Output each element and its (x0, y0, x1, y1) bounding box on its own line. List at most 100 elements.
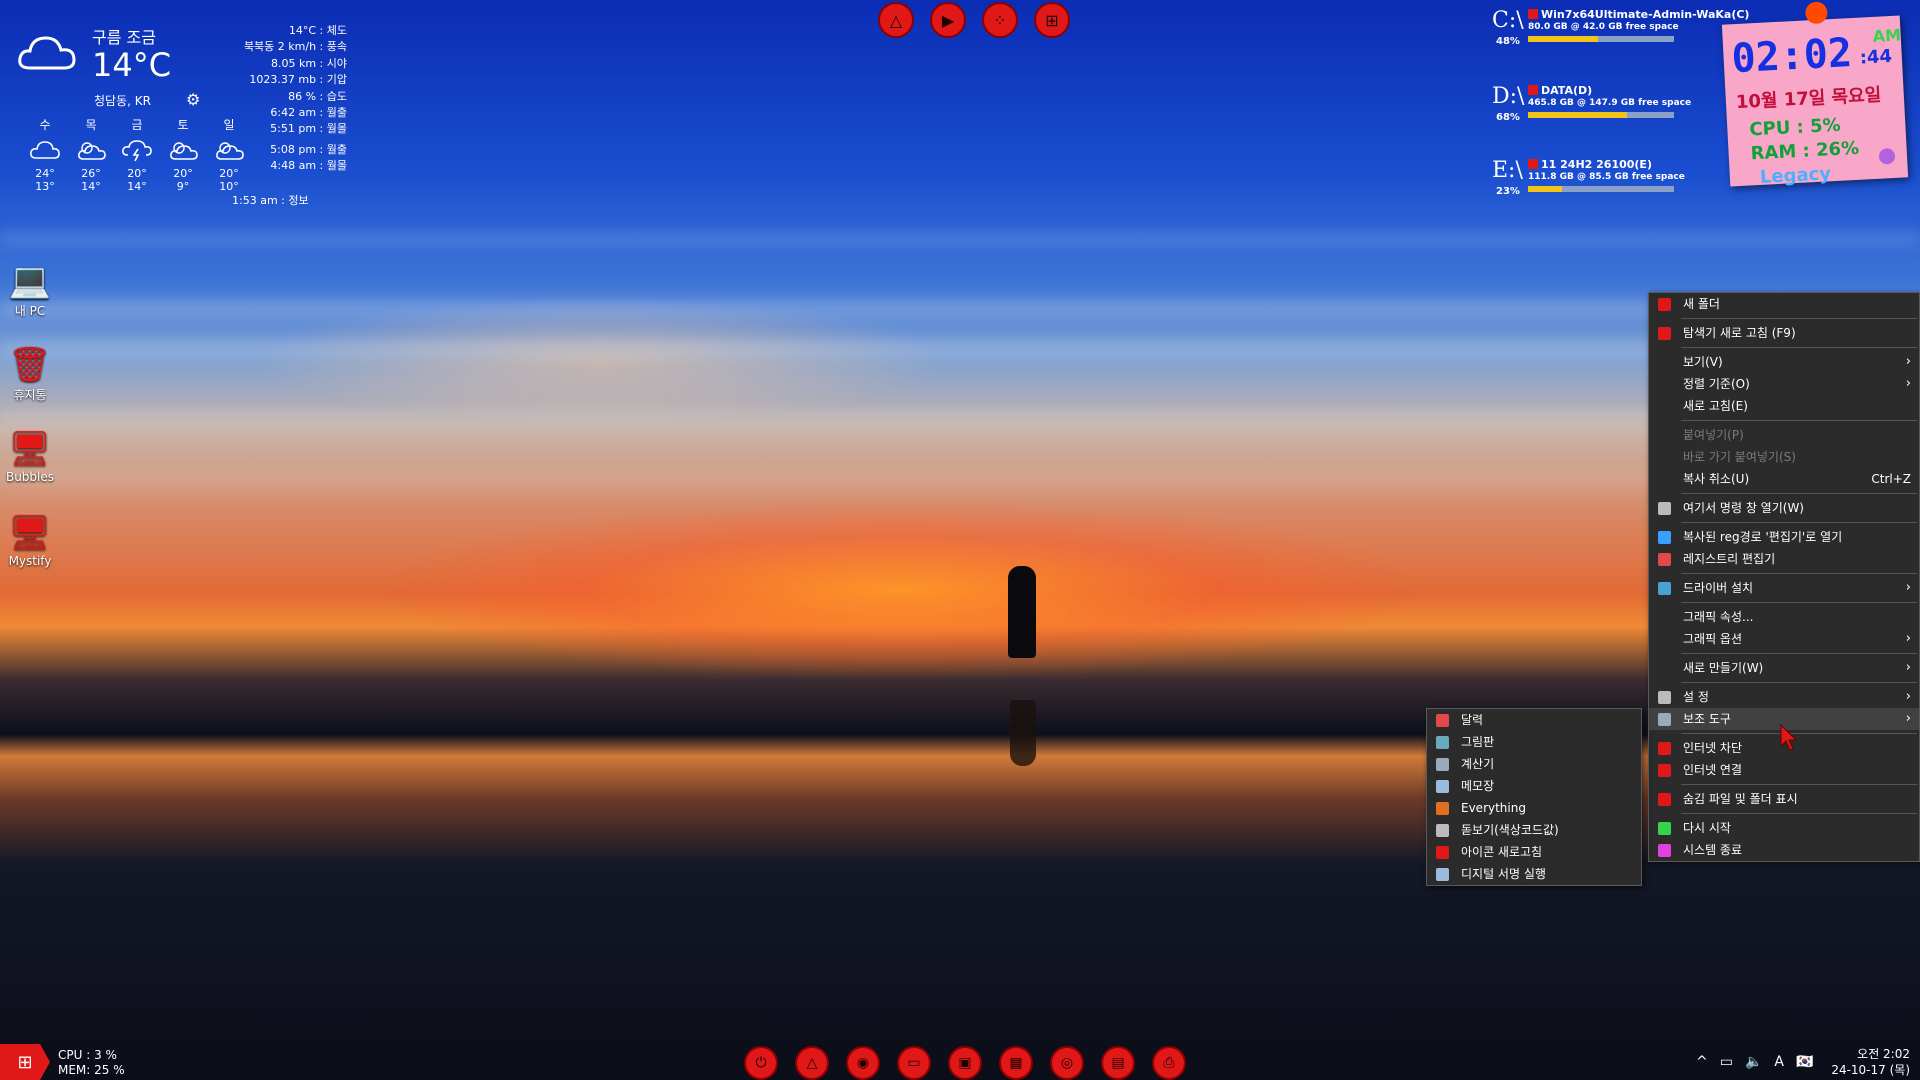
cloud-icon (30, 141, 60, 159)
menu-item[interactable]: 그림판 (1427, 731, 1641, 753)
ime-indicator[interactable]: A (1774, 1054, 1784, 1070)
chevron-up-icon[interactable]: ^ (1696, 1054, 1708, 1070)
taskbar: ⊞ CPU : 3 % MEM: 25 % ⏻ △ ◉ ▭ ▣ ▦ ◎ ▤ ⎙ … (0, 1044, 1920, 1080)
clock-time: 02:02 (1730, 30, 1854, 83)
paint-icon (1436, 736, 1449, 749)
desktop-icon-my-pc[interactable]: 💻 내 PC (2, 262, 58, 319)
menu-item[interactable]: 여기서 명령 창 열기(W) (1649, 497, 1919, 519)
menu-item[interactable]: 레지스트리 편집기 (1649, 548, 1919, 570)
desktop-icon-bubbles[interactable]: 🖥 Bubbles (2, 430, 58, 484)
power-icon[interactable]: ⏻ (744, 1046, 778, 1080)
printer-icon[interactable]: ⎙ (1152, 1046, 1186, 1080)
menu-item-label: 복사 취소(U) (1683, 472, 1750, 486)
menu-item[interactable]: 복사된 reg경로 '편집기'로 열기 (1649, 526, 1919, 548)
chevron-right-icon: › (1905, 660, 1911, 675)
menu-item[interactable]: 새로 고침(E) (1649, 395, 1919, 417)
mouse-cursor-icon (1780, 724, 1798, 751)
forecast: 수 24° 13° 목 26° 14° 금 20° 14° 토 20° 9° 일… (22, 116, 252, 193)
menu-item-label: 정렬 기준(O) (1683, 377, 1750, 391)
menu-item-label: 그래픽 속성... (1683, 610, 1754, 624)
menu-item[interactable]: 다시 시작 (1649, 817, 1919, 839)
menu-item-label: 그래픽 옵션 (1683, 632, 1743, 646)
menu-item[interactable]: 새 폴더 (1649, 293, 1919, 315)
desktop-icon-label: Bubbles (5, 470, 55, 484)
low-temp: 14° (127, 180, 147, 193)
calculator-icon (1436, 758, 1449, 771)
notepad-icon (1436, 780, 1449, 793)
drive-info: 80.0 GB @ 42.0 GB free space (1528, 22, 1679, 32)
magnifier-icon (1436, 824, 1449, 837)
tools-submenu: 달력그림판계산기 메모장 Everything 돋보기(색상코드값) 아이콘 새로고침디… (1426, 708, 1642, 886)
network-icon[interactable]: ▭ (1720, 1054, 1733, 1070)
stat-line: 8.05 km : 시야 (270, 56, 347, 70)
drive-letter: C:\ (1492, 8, 1524, 33)
menu-item[interactable]: 그래픽 속성... (1649, 606, 1919, 628)
clipboard-icon[interactable]: ▤ (1101, 1046, 1135, 1080)
menu-item[interactable]: 디지털 서명 실행 (1427, 863, 1641, 885)
menu-item[interactable]: 정렬 기준(O) › (1649, 373, 1919, 395)
menu-separator (1681, 682, 1917, 683)
high-temp: 24° (35, 167, 55, 180)
menu-item[interactable]: 복사 취소(U) Ctrl+Z (1649, 468, 1919, 490)
menu-item[interactable]: 돋보기(색상코드값) (1427, 819, 1641, 841)
menu-item[interactable]: 숨김 파일 및 폴더 표시 (1649, 788, 1919, 810)
refresh-icon (1658, 327, 1671, 340)
start-button[interactable]: ⊞ (0, 1044, 50, 1080)
menu-item[interactable]: 드라이버 설치 › (1649, 577, 1919, 599)
menu-item[interactable]: 새로 만들기(W) › (1649, 657, 1919, 679)
taskbar-clock[interactable]: 오전 2:02 24-10-17 (목) (1826, 1046, 1910, 1078)
menu-item-label: 바로 가기 붙여넣기(S) (1683, 450, 1796, 464)
menu-separator (1681, 420, 1917, 421)
day-label: 수 (39, 118, 51, 132)
windows-icon[interactable]: ⊞ (1034, 2, 1070, 38)
triangle-icon[interactable]: △ (795, 1046, 829, 1080)
triangle-icon[interactable]: △ (878, 2, 914, 38)
menu-item-label: 여기서 명령 창 열기(W) (1683, 501, 1804, 515)
desktop-icon-mystify[interactable]: 🖥 Mystify (2, 514, 58, 568)
menu-separator (1681, 347, 1917, 348)
menu-item-label: 다시 시작 (1683, 821, 1731, 835)
sticky-note-clock: 02:02 AM :44 10월 17일 목요일 CPU : 5% RAM : … (1721, 1, 1909, 188)
dots-icon[interactable]: ⁘ (982, 2, 1018, 38)
drive-usage-bar (1528, 36, 1674, 42)
menu-item[interactable]: 아이콘 새로고침 (1427, 841, 1641, 863)
trash-icon: 🗑 (8, 345, 52, 385)
display-icon[interactable]: ▭ (897, 1046, 931, 1080)
drive-letter: D:\ (1492, 84, 1525, 109)
refresh-icon (1436, 846, 1449, 859)
tray-date: 24-10-17 (목) (1831, 1063, 1910, 1077)
menu-item[interactable]: 설 정 › (1649, 686, 1919, 708)
info-dot-icon[interactable] (1878, 147, 1896, 165)
menu-item-label: 디지털 서명 실행 (1461, 867, 1546, 881)
menu-item[interactable]: 메모장 (1427, 775, 1641, 797)
menu-item[interactable]: 인터넷 연결 (1649, 759, 1919, 781)
chip-icon[interactable]: ▦ (999, 1046, 1033, 1080)
drive-percent: 23% (1496, 186, 1520, 197)
ram-usage: RAM : 26% (1750, 137, 1860, 165)
menu-item[interactable]: 계산기 (1427, 753, 1641, 775)
desktop-icon-recycle-bin[interactable]: 🗑 휴지통 (2, 346, 58, 403)
menu-item[interactable]: 탐색기 새로 고침 (F9) (1649, 322, 1919, 344)
partly-sunny-icon (78, 142, 106, 160)
person-silhouette (1008, 566, 1036, 658)
menu-item[interactable]: 보기(V) › (1649, 351, 1919, 373)
menu-item[interactable]: Everything (1427, 797, 1641, 819)
media-icon[interactable]: ◉ (846, 1046, 880, 1080)
korea-flag-icon[interactable]: 🇰🇷 (1796, 1054, 1813, 1070)
taskbar-mem: MEM: 25 % (58, 1063, 125, 1077)
forecast-day: 일 20° 10° (206, 116, 252, 193)
play-icon[interactable]: ▶ (930, 2, 966, 38)
computer-icon: 💻 (8, 261, 52, 301)
menu-item[interactable]: 달력 (1427, 709, 1641, 731)
menu-item[interactable]: 그래픽 옵션 › (1649, 628, 1919, 650)
menu-item-label: 그림판 (1461, 735, 1495, 749)
partly-sunny-icon (170, 142, 198, 160)
high-temp: 20° (173, 167, 193, 180)
menu-item-label: 새 폴더 (1683, 297, 1720, 311)
day-label: 목 (85, 118, 97, 132)
gear-icon (1658, 691, 1671, 704)
monitor-icon[interactable]: ▣ (948, 1046, 982, 1080)
volume-icon[interactable]: 🔈 (1745, 1054, 1762, 1070)
chrome-icon[interactable]: ◎ (1050, 1046, 1084, 1080)
menu-item[interactable]: 시스템 종료 (1649, 839, 1919, 861)
